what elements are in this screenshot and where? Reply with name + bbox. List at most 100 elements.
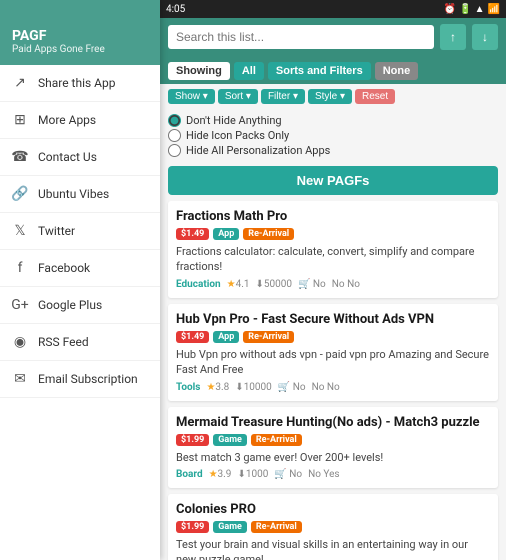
email-icon: ✉ bbox=[12, 371, 28, 387]
drawer-app-subtitle: Paid Apps Gone Free bbox=[12, 44, 148, 55]
facebook-icon: f bbox=[12, 260, 28, 276]
drawer-item-ubuntu[interactable]: 🔗 Ubuntu Vibes bbox=[0, 176, 160, 213]
app-card: Hub Vpn Pro - Fast Secure Without Ads VP… bbox=[168, 304, 498, 401]
app-meta: Tools ★3.8 ⬇10000 🛒 No No No bbox=[176, 382, 490, 393]
drawer-item-label-email: Email Subscription bbox=[38, 372, 138, 386]
app-description: Fractions calculator: calculate, convert… bbox=[176, 244, 490, 275]
radio-hide-icon-packs[interactable]: Hide Icon Packs Only bbox=[168, 128, 498, 143]
app-downloads: ⬇1000 bbox=[237, 469, 268, 480]
tab-none[interactable]: None bbox=[375, 62, 419, 80]
new-pagfs-button[interactable]: New PAGFs bbox=[168, 166, 498, 195]
app-category: Board bbox=[176, 469, 203, 480]
drawer-item-label-googleplus: Google Plus bbox=[38, 298, 102, 312]
radio-hide-personalization-input[interactable] bbox=[168, 144, 181, 157]
drawer-item-label-twitter: Twitter bbox=[38, 224, 75, 238]
app-card: Mermaid Treasure Hunting(No ads) - Match… bbox=[168, 407, 498, 488]
radio-hide-personalization[interactable]: Hide All Personalization Apps bbox=[168, 143, 498, 158]
app-no-ads: No No bbox=[332, 279, 360, 290]
app-no-iap: 🛒 No bbox=[278, 382, 306, 393]
tab-all[interactable]: All bbox=[234, 62, 264, 80]
filter-filter[interactable]: Filter ▾ bbox=[261, 89, 305, 104]
status-bar: 4:05 ⏰ 🔋 ▲ 📶 bbox=[160, 0, 506, 18]
filter-bar: Show ▾ Sort ▾ Filter ▾ Style ▾ Reset bbox=[160, 84, 506, 109]
drawer-item-label-rss: RSS Feed bbox=[38, 335, 89, 349]
navigation-drawer: PAGF Paid Apps Gone Free ↗ Share this Ap… bbox=[0, 0, 160, 560]
app-description: Best match 3 game ever! Over 200+ levels… bbox=[176, 450, 490, 465]
filter-reset[interactable]: Reset bbox=[355, 89, 395, 104]
filter-show[interactable]: Show ▾ bbox=[168, 89, 215, 104]
drawer-item-label-contact: Contact Us bbox=[38, 150, 97, 164]
star-icon: ★ bbox=[209, 469, 218, 480]
drawer-item-facebook[interactable]: f Facebook bbox=[0, 250, 160, 287]
twitter-icon: 𝕏 bbox=[12, 223, 28, 239]
drawer-item-more-apps[interactable]: ⊞ More Apps bbox=[0, 102, 160, 139]
drawer-app-title: PAGF bbox=[12, 28, 148, 44]
drawer-item-share[interactable]: ↗ Share this App bbox=[0, 65, 160, 102]
drawer-item-email[interactable]: ✉ Email Subscription bbox=[0, 361, 160, 398]
star-icon: ★ bbox=[227, 279, 236, 290]
app-downloads: ⬇10000 bbox=[235, 382, 272, 393]
apps-icon: ⊞ bbox=[12, 112, 28, 128]
app-list: Fractions Math Pro $1.49 App Re-Arrival … bbox=[160, 201, 506, 560]
badge-row: $1.99 Game Re-Arrival bbox=[176, 521, 490, 533]
drawer-item-label-ubuntu: Ubuntu Vibes bbox=[38, 187, 109, 201]
app-title: Colonies PRO bbox=[176, 502, 490, 517]
tab-sorts-filters[interactable]: Sorts and Filters bbox=[268, 62, 371, 80]
app-rating: ★4.1 bbox=[227, 279, 250, 290]
status-icons: ⏰ 🔋 ▲ 📶 bbox=[444, 4, 500, 15]
app-card: Colonies PRO $1.99 Game Re-Arrival Test … bbox=[168, 494, 498, 560]
app-downloads: ⬇50000 bbox=[255, 279, 292, 290]
contact-icon: ☎ bbox=[12, 149, 28, 165]
status-time: 4:05 bbox=[166, 4, 185, 15]
app-title: Fractions Math Pro bbox=[176, 209, 490, 224]
app-category: Tools bbox=[176, 382, 200, 393]
share-icon: ↗ bbox=[12, 75, 28, 91]
app-no-iap: 🛒 No bbox=[274, 469, 302, 480]
drawer-item-rss[interactable]: ◉ RSS Feed bbox=[0, 324, 160, 361]
radio-hide-icon-packs-label: Hide Icon Packs Only bbox=[186, 129, 289, 142]
app-title: Hub Vpn Pro - Fast Secure Without Ads VP… bbox=[176, 312, 490, 327]
badge-row: $1.49 App Re-Arrival bbox=[176, 331, 490, 343]
price-badge: $1.49 bbox=[176, 228, 209, 240]
alarm-icon: ⏰ bbox=[444, 4, 456, 15]
radio-group: Don't Hide Anything Hide Icon Packs Only… bbox=[160, 109, 506, 160]
status-badge: Re-Arrival bbox=[251, 434, 302, 446]
app-description: Hub Vpn pro without ads vpn - paid vpn p… bbox=[176, 347, 490, 378]
filter-style[interactable]: Style ▾ bbox=[308, 89, 352, 104]
radio-dont-hide-label: Don't Hide Anything bbox=[186, 114, 282, 127]
price-badge: $1.49 bbox=[176, 331, 209, 343]
drawer-header: PAGF Paid Apps Gone Free bbox=[0, 0, 160, 65]
app-rating: ★3.9 bbox=[209, 469, 232, 480]
app-meta: Education ★4.1 ⬇50000 🛒 No No No bbox=[176, 279, 490, 290]
drawer-item-twitter[interactable]: 𝕏 Twitter bbox=[0, 213, 160, 250]
app-category: Education bbox=[176, 279, 221, 290]
link-icon: 🔗 bbox=[12, 186, 28, 202]
drawer-item-googleplus[interactable]: G+ Google Plus bbox=[0, 287, 160, 324]
type-badge: Game bbox=[213, 521, 247, 533]
drawer-item-contact[interactable]: ☎ Contact Us bbox=[0, 139, 160, 176]
radio-dont-hide-input[interactable] bbox=[168, 114, 181, 127]
google-icon: G+ bbox=[12, 297, 28, 313]
app-description: Test your brain and visual skills in an … bbox=[176, 537, 490, 560]
drawer-item-label-more-apps: More Apps bbox=[38, 113, 96, 127]
battery-icon: 🔋 bbox=[459, 4, 471, 15]
wifi-icon: ▲ bbox=[475, 4, 485, 15]
top-bar: ↑ ↓ bbox=[160, 18, 506, 56]
app-no-ads: No No bbox=[312, 382, 340, 393]
status-badge: Re-Arrival bbox=[243, 331, 294, 343]
rss-icon: ◉ bbox=[12, 334, 28, 350]
app-card: Fractions Math Pro $1.49 App Re-Arrival … bbox=[168, 201, 498, 298]
search-input[interactable] bbox=[168, 25, 434, 49]
scroll-down-button[interactable]: ↓ bbox=[472, 24, 498, 50]
main-panel: 4:05 ⏰ 🔋 ▲ 📶 ↑ ↓ Showing All Sorts and F… bbox=[160, 0, 506, 560]
tabs-row: Showing All Sorts and Filters None bbox=[160, 56, 506, 84]
radio-hide-icon-packs-input[interactable] bbox=[168, 129, 181, 142]
price-badge: $1.99 bbox=[176, 434, 209, 446]
tab-showing[interactable]: Showing bbox=[168, 62, 230, 80]
app-title: Mermaid Treasure Hunting(No ads) - Match… bbox=[176, 415, 490, 430]
scroll-up-button[interactable]: ↑ bbox=[440, 24, 466, 50]
badge-row: $1.49 App Re-Arrival bbox=[176, 228, 490, 240]
status-badge: Re-Arrival bbox=[251, 521, 302, 533]
filter-sort[interactable]: Sort ▾ bbox=[218, 89, 258, 104]
radio-dont-hide[interactable]: Don't Hide Anything bbox=[168, 113, 498, 128]
